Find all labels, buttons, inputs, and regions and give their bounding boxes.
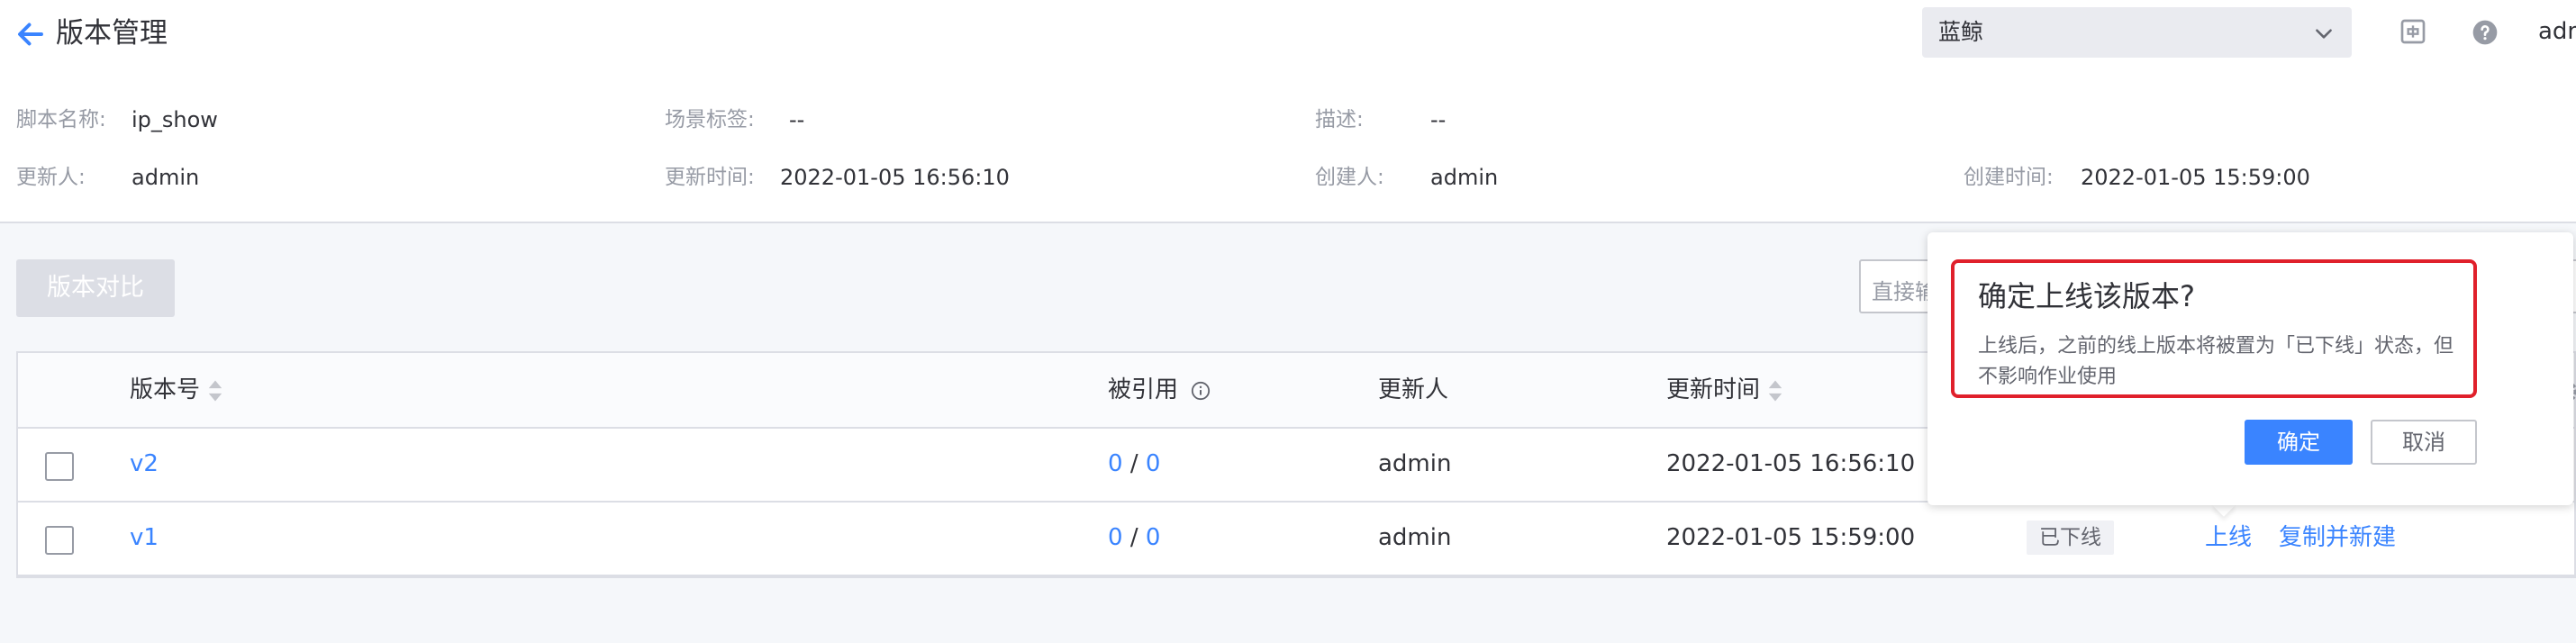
ref-count-b[interactable]: 0 <box>1146 524 1161 551</box>
row-updater: admin <box>1378 524 1452 551</box>
script-info-panel: 脚本名称: ip_show 场景标签: -- 描述: -- 更新人: admin… <box>0 77 2576 223</box>
ref-count-b[interactable]: 0 <box>1146 450 1161 477</box>
top-header: 版本管理 蓝鲸 adm <box>0 0 2576 77</box>
ref-count-a[interactable]: 0 <box>1108 524 1123 551</box>
column-version[interactable]: 版本号 <box>130 375 223 405</box>
arrow-left-icon[interactable] <box>14 18 47 50</box>
row-updater: admin <box>1378 450 1452 477</box>
row-checkbox[interactable] <box>45 526 74 555</box>
popconfirm-content: 上线后，之前的线上版本将被置为「已下线」状态，但不影响作业使用 <box>1978 335 2454 388</box>
create-time-label: 创建时间: <box>1964 166 2054 189</box>
update-time-value: 2022-01-05 16:56:10 <box>780 165 1010 190</box>
business-select[interactable]: 蓝鲸 <box>1922 7 2352 58</box>
creator-value: admin <box>1430 165 1499 190</box>
referenced-count: 0 / 0 <box>1108 448 1160 479</box>
online-popconfirm: 确定上线该版本? 上线后，之前的线上版本将被置为「已下线」状态，但不影响作业使用… <box>1927 232 2573 505</box>
row-update-time: 2022-01-05 16:56:10 <box>1666 450 1916 477</box>
updater-label: 更新人: <box>16 166 86 189</box>
table-row: v1 0 / 0 admin 2022-01-05 15:59:00 已下线 上… <box>18 503 2574 576</box>
updater-value: admin <box>132 165 200 190</box>
popconfirm-title: 确定上线该版本? <box>1978 279 2195 313</box>
row-checkbox[interactable] <box>45 452 74 481</box>
column-update-time-label: 更新时间 <box>1666 376 1761 403</box>
ref-separator: / <box>1129 524 1138 551</box>
chevron-down-icon <box>2316 29 2332 39</box>
column-update-time[interactable]: 更新时间 <box>1666 375 1783 405</box>
version-link[interactable]: v2 <box>130 448 159 479</box>
column-updater: 更新人 <box>1378 376 1449 403</box>
help-icon[interactable] <box>2471 18 2499 47</box>
sort-icon[interactable] <box>207 379 223 403</box>
ref-separator: / <box>1129 450 1138 477</box>
column-referenced-label: 被引用 <box>1108 376 1179 403</box>
ref-count-a[interactable]: 0 <box>1108 450 1123 477</box>
description-value: -- <box>1430 107 1447 132</box>
language-icon[interactable] <box>2399 17 2427 46</box>
page-title: 版本管理 <box>56 17 168 50</box>
confirm-button[interactable]: 确定 <box>2245 420 2353 465</box>
script-name-label: 脚本名称: <box>16 108 106 131</box>
business-select-value: 蓝鲸 <box>1938 19 1984 45</box>
update-time-label: 更新时间: <box>665 166 755 189</box>
description-label: 描述: <box>1315 108 1364 131</box>
scene-tag-value: -- <box>789 107 805 132</box>
row-update-time: 2022-01-05 15:59:00 <box>1666 524 1916 551</box>
referenced-count: 0 / 0 <box>1108 522 1160 553</box>
create-time-value: 2022-01-05 15:59:00 <box>2081 165 2310 190</box>
copy-and-create-link[interactable]: 复制并新建 <box>2279 522 2396 553</box>
online-action-link[interactable]: 上线 <box>2205 522 2252 553</box>
version-link[interactable]: v1 <box>130 522 159 553</box>
column-version-label: 版本号 <box>130 376 201 403</box>
creator-label: 创建人: <box>1315 166 1384 189</box>
sort-icon[interactable] <box>1767 379 1783 403</box>
status-badge: 已下线 <box>2027 521 2114 555</box>
info-icon[interactable] <box>1191 381 1211 401</box>
script-name-value: ip_show <box>132 107 218 132</box>
cancel-button[interactable]: 取消 <box>2371 420 2477 465</box>
column-referenced: 被引用 <box>1108 375 1211 405</box>
version-compare-button[interactable]: 版本对比 <box>16 259 175 317</box>
user-name[interactable]: adm <box>2538 16 2576 47</box>
scene-tag-label: 场景标签: <box>665 108 755 131</box>
